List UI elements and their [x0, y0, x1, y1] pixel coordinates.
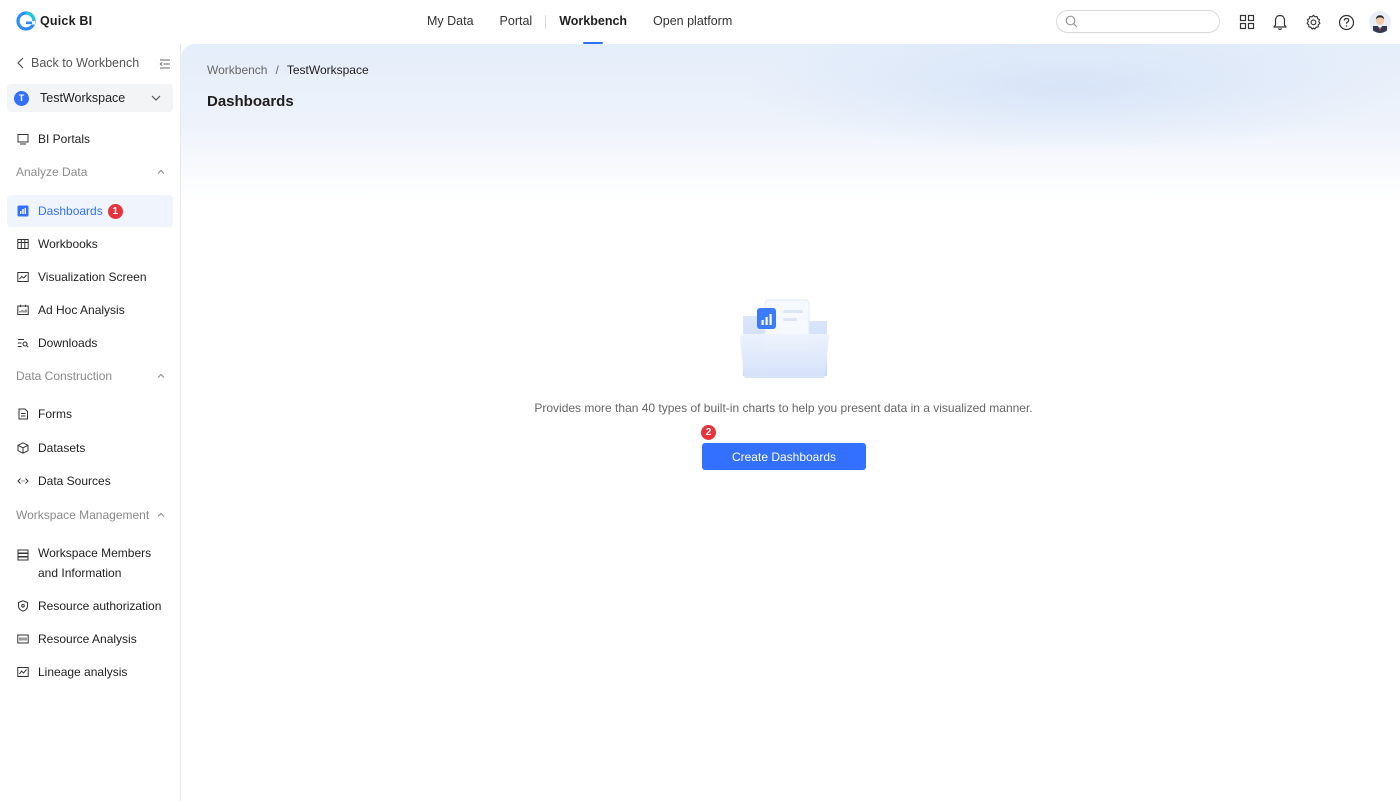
group-label: Data Construction — [16, 369, 113, 383]
sidebar-item-label: Dashboards — [38, 204, 103, 218]
sidebar-item-label: Data Sources — [38, 474, 111, 488]
group-data-construction[interactable]: Data Construction — [16, 369, 166, 383]
apps-grid-icon[interactable] — [1237, 12, 1257, 32]
sidebar-item-datasets[interactable]: Datasets — [7, 432, 173, 464]
search-icon — [1065, 15, 1078, 28]
line-chart-icon — [17, 271, 29, 283]
code-link-icon — [17, 475, 29, 487]
group-workspace-management[interactable]: Workspace Management — [16, 508, 166, 522]
empty-description: Provides more than 40 types of built-in … — [534, 401, 1033, 415]
bar-chart-icon — [17, 205, 29, 217]
search-input[interactable] — [1082, 14, 1212, 29]
sidebar-item-workspace-members[interactable]: Workspace Members and Information — [7, 543, 173, 583]
sidebar-item-resource-analysis[interactable]: Resource Analysis — [7, 623, 173, 655]
chevron-up-icon — [157, 169, 165, 174]
bell-icon[interactable] — [1270, 12, 1290, 32]
gear-icon[interactable] — [1303, 12, 1323, 32]
nav-open-platform[interactable]: Open platform — [640, 0, 745, 44]
sidebar-item-ad-hoc-analysis[interactable]: Ad Hoc Analysis — [7, 294, 173, 326]
label-line-2: and Information — [38, 566, 122, 580]
workspace-selector[interactable]: T TestWorkspace — [7, 84, 173, 112]
sidebar-item-label: Forms — [38, 407, 72, 421]
sidebar-item-downloads[interactable]: Downloads — [7, 327, 173, 359]
chevron-up-icon — [157, 373, 165, 378]
sidebar-item-resource-authorization[interactable]: Resource authorization — [7, 590, 173, 622]
stack-icon — [17, 547, 29, 583]
sidebar-item-label: Workbooks — [38, 237, 98, 251]
back-label: Back to Workbench — [31, 56, 140, 70]
label-line-1: Workspace Members — [38, 546, 152, 560]
workspace-name: TestWorkspace — [40, 91, 126, 105]
breadcrumb: Workbench / TestWorkspace — [207, 63, 369, 77]
workspace-initial: T — [14, 90, 29, 106]
breadcrumb-workbench[interactable]: Workbench — [207, 63, 267, 77]
nav-my-data[interactable]: My Data — [414, 0, 487, 44]
sidebar-item-label: Resource Analysis — [38, 632, 137, 646]
sidebar-item-forms[interactable]: Forms — [7, 398, 173, 430]
sidebar-item-label: Visualization Screen — [38, 270, 147, 284]
top-icons — [1237, 11, 1391, 33]
nav-portal[interactable]: Portal — [487, 0, 546, 44]
cube-icon — [17, 442, 29, 454]
user-avatar[interactable] — [1369, 11, 1391, 33]
group-label: Workspace Management — [16, 508, 150, 522]
chevron-down-icon — [151, 95, 161, 101]
sidebar-item-workbooks[interactable]: Workbooks — [7, 228, 173, 260]
top-bar: Quick BI My Data Portal Workbench Open p… — [0, 0, 1400, 44]
breadcrumb-separator: / — [275, 63, 279, 77]
sidebar-item-data-sources[interactable]: Data Sources — [7, 465, 173, 497]
report-icon — [17, 633, 29, 645]
monitor-icon — [17, 133, 29, 145]
sidebar-item-label: BI Portals — [38, 132, 91, 146]
empty-folder-illustration — [740, 299, 830, 378]
sidebar-item-label: Datasets — [38, 441, 86, 455]
sidebar-item-label: Resource authorization — [38, 599, 162, 613]
sidebar-item-label: Downloads — [38, 336, 98, 350]
nav-workbench[interactable]: Workbench — [546, 0, 640, 44]
chevron-left-icon — [17, 57, 24, 69]
main-content: Workbench / TestWorkspace Dashboards Pro… — [181, 44, 1400, 801]
sidebar-item-label: Workspace Members and Information — [38, 543, 151, 583]
shield-icon — [17, 600, 29, 612]
sidebar-item-dashboards[interactable]: Dashboards 1 — [7, 195, 173, 227]
trend-chart-icon — [17, 666, 29, 678]
document-icon — [17, 408, 29, 420]
group-analyze-data[interactable]: Analyze Data — [16, 165, 166, 179]
app-name: Quick BI — [40, 14, 93, 28]
step-badge-1: 1 — [107, 203, 123, 219]
sidebar-item-bi-portals[interactable]: BI Portals — [7, 123, 173, 155]
chevron-up-icon — [157, 512, 165, 517]
list-search-icon — [17, 337, 29, 349]
sidebar-item-label: Lineage analysis — [38, 665, 128, 679]
create-dashboards-button[interactable]: Create Dashboards — [702, 443, 866, 470]
top-nav: My Data Portal Workbench Open platform — [414, 0, 745, 44]
group-label: Analyze Data — [16, 165, 88, 179]
help-icon[interactable] — [1336, 12, 1356, 32]
table-icon — [17, 238, 29, 250]
back-to-workbench[interactable]: Back to Workbench — [16, 56, 139, 70]
step-badge-2: 2 — [701, 425, 716, 440]
sidebar-item-label: Ad Hoc Analysis — [38, 303, 125, 317]
sidebar-item-lineage-analysis[interactable]: Lineage analysis — [7, 656, 173, 688]
sidebar-item-visualization-screen[interactable]: Visualization Screen — [7, 261, 173, 293]
calendar-grid-icon — [17, 304, 29, 316]
banner-glow — [741, 44, 1400, 154]
quick-bi-logo[interactable]: Quick BI — [16, 11, 92, 31]
breadcrumb-current: TestWorkspace — [286, 63, 369, 77]
page-title: Dashboards — [207, 93, 294, 110]
search-box[interactable] — [1056, 10, 1220, 33]
logo-icon — [16, 11, 36, 31]
sidebar: Back to Workbench T TestWorkspace BI Por… — [0, 44, 181, 801]
collapse-sidebar-icon[interactable] — [158, 57, 172, 71]
